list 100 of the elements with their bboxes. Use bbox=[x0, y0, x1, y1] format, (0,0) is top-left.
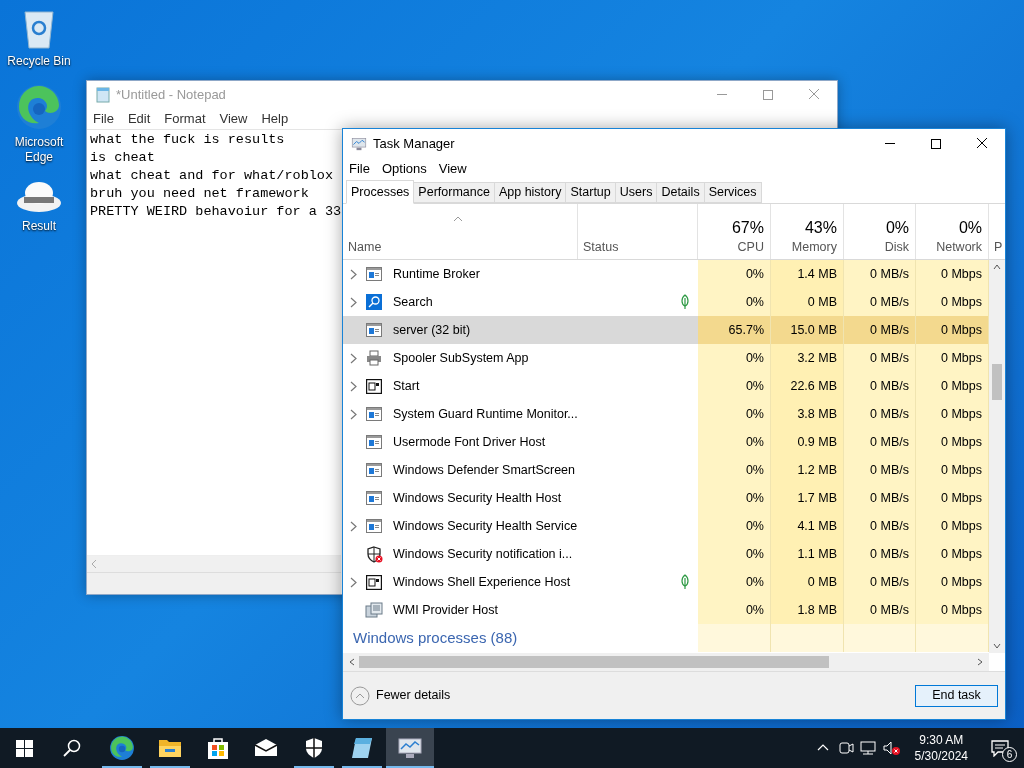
process-row[interactable]: Start 0% 22.6 MB 0 MB/s 0 Mbps bbox=[343, 372, 989, 400]
process-row[interactable]: Runtime Broker 0% 1.4 MB 0 MB/s 0 Mbps bbox=[343, 260, 989, 288]
process-name: Windows Security notification i... bbox=[393, 545, 573, 563]
table-cell: 1.8 MB bbox=[771, 596, 844, 624]
taskbar-button[interactable] bbox=[386, 728, 434, 768]
menu-item[interactable]: Help bbox=[261, 108, 289, 129]
table-cell: 1.4 MB bbox=[771, 260, 844, 288]
column-usage: 0% bbox=[885, 219, 909, 237]
notepad-icon bbox=[350, 736, 374, 760]
process-row[interactable]: Windows Shell Experience Host 0% 0 MB 0 MB/s 0 Mbps bbox=[343, 568, 989, 596]
table-cell: 0 MB bbox=[771, 568, 844, 596]
column-header[interactable]: CPU bbox=[737, 240, 764, 255]
chevron-up-circle-icon[interactable] bbox=[350, 685, 370, 706]
process-row[interactable]: Search 0% 0 MB 0 MB/s 0 Mbps bbox=[343, 288, 989, 316]
process-row[interactable]: Usermode Font Driver Host 0% 0.9 MB 0 MB/s 0 Mbps bbox=[343, 428, 989, 456]
table-cell: 0 MB/s bbox=[844, 372, 916, 400]
desktop-icon-label[interactable]: Microsoft Edge bbox=[4, 135, 74, 165]
process-row[interactable]: System Guard Runtime Monitor... 0% 3.8 MB 0 MB/s 0 Mbps bbox=[343, 400, 989, 428]
tab[interactable]: Processes bbox=[346, 180, 415, 204]
table-cell: 0 MB/s bbox=[844, 568, 916, 596]
table-cell: 0 MB/s bbox=[844, 288, 916, 316]
menu-item[interactable]: File bbox=[349, 159, 370, 179]
table-cell: 0% bbox=[698, 344, 771, 372]
column-header[interactable]: Name bbox=[348, 240, 577, 255]
process-name: Usermode Font Driver Host bbox=[393, 433, 546, 451]
process-row[interactable]: Windows Security notification i... 0% 1.1 MB 0 MB/s 0 Mbps bbox=[343, 540, 989, 568]
column-header[interactable]: Disk bbox=[884, 240, 909, 255]
column-header[interactable]: P bbox=[994, 240, 1005, 255]
table-cell: 0% bbox=[698, 540, 771, 568]
process-row[interactable]: Windows Security Health Service 0% 4.1 MB 0 MB/s 0 Mbps bbox=[343, 512, 989, 540]
process-row[interactable]: Windows Security Health Host 0% 1.7 MB 0 MB/s 0 Mbps bbox=[343, 484, 989, 512]
process-name: System Guard Runtime Monitor... bbox=[393, 405, 578, 423]
process-name: WMI Provider Host bbox=[393, 601, 498, 619]
column-header[interactable]: Status bbox=[583, 240, 697, 255]
group-heading[interactable]: Windows processes (88) bbox=[353, 626, 518, 650]
notification-icon[interactable] bbox=[991, 739, 1009, 757]
window-icon bbox=[366, 519, 382, 533]
process-row[interactable]: server (32 bit) 65.7% 15.0 MB 0 MB/s 0 Mbps bbox=[343, 316, 989, 344]
chevron-right-icon[interactable] bbox=[349, 296, 357, 308]
column-header[interactable]: Memory bbox=[791, 240, 837, 255]
window-icon bbox=[366, 267, 382, 281]
tab[interactable]: App history bbox=[494, 182, 567, 203]
menu-item[interactable]: Edit bbox=[127, 108, 151, 129]
table-cell: 0.9 MB bbox=[771, 428, 844, 456]
end-task-button[interactable]: End task bbox=[915, 684, 998, 707]
process-name: Spooler SubSystem App bbox=[393, 349, 529, 367]
table-cell: 0 MB/s bbox=[844, 540, 916, 568]
scroll-right-icon[interactable] bbox=[975, 657, 985, 667]
tab[interactable]: Details bbox=[657, 182, 705, 203]
horizontal-scrollbar[interactable] bbox=[343, 653, 989, 671]
scroll-thumb[interactable] bbox=[992, 364, 1002, 400]
chevron-right-icon[interactable] bbox=[349, 576, 357, 588]
fewer-details-link[interactable]: Fewer details bbox=[376, 686, 451, 705]
table-cell: 0 Mbps bbox=[916, 372, 989, 400]
tab[interactable]: Startup bbox=[566, 182, 616, 203]
notification-count: 6 bbox=[1002, 747, 1017, 762]
table-cell: 0% bbox=[698, 400, 771, 428]
tab[interactable]: Performance bbox=[414, 182, 495, 203]
table-cell: 0 MB/s bbox=[844, 456, 916, 484]
tab[interactable]: Services bbox=[704, 182, 762, 203]
table-cell: 1.7 MB bbox=[771, 484, 844, 512]
table-cell: 0% bbox=[698, 260, 771, 288]
shopping-bag-icon bbox=[206, 736, 230, 760]
process-row[interactable]: Spooler SubSystem App 0% 3.2 MB 0 MB/s 0 Mbps bbox=[343, 344, 989, 372]
process-name: Search bbox=[393, 293, 433, 311]
desktop-icon-label[interactable]: Result bbox=[4, 219, 74, 234]
chevron-right-icon[interactable] bbox=[349, 352, 357, 364]
table-cell: 0 Mbps bbox=[916, 596, 989, 624]
volume-muted-icon[interactable] bbox=[880, 740, 903, 756]
chevron-right-icon[interactable] bbox=[349, 268, 357, 280]
table-cell: 0 Mbps bbox=[916, 512, 989, 540]
chevron-right-icon[interactable] bbox=[349, 380, 357, 392]
chevron-right-icon[interactable] bbox=[349, 408, 357, 420]
menu-item[interactable]: Options bbox=[381, 159, 427, 179]
scroll-left-icon[interactable] bbox=[347, 657, 357, 667]
process-name: server (32 bit) bbox=[393, 321, 471, 339]
horizontal-scrollbar[interactable] bbox=[87, 555, 341, 572]
menu-item[interactable]: View bbox=[438, 159, 467, 179]
clock-date[interactable]: 5/30/2024 bbox=[914, 748, 968, 764]
clock-time[interactable]: 9:30 AM bbox=[919, 732, 964, 748]
menu-item[interactable]: Format bbox=[164, 108, 206, 129]
leaf-icon bbox=[680, 294, 690, 310]
process-row[interactable]: WMI Provider Host 0% 1.8 MB 0 MB/s 0 Mbps bbox=[343, 596, 989, 624]
table-cell: 0% bbox=[698, 456, 771, 484]
desktop-icon-label[interactable]: Recycle Bin bbox=[4, 54, 74, 69]
table-cell: 0 Mbps bbox=[916, 316, 989, 344]
menu-item[interactable]: View bbox=[219, 108, 248, 129]
scroll-thumb[interactable] bbox=[359, 656, 829, 668]
tab[interactable]: Users bbox=[615, 182, 658, 203]
text-line: is cheat bbox=[90, 149, 155, 167]
window-icon bbox=[366, 574, 382, 590]
menu-item[interactable]: File bbox=[93, 108, 114, 129]
chevron-right-icon[interactable] bbox=[349, 520, 357, 532]
column-header[interactable]: Network bbox=[936, 240, 982, 255]
monitor-icon bbox=[397, 737, 423, 759]
vertical-scrollbar[interactable] bbox=[989, 260, 1005, 653]
sort-caret-icon[interactable] bbox=[452, 216, 463, 222]
window-icon bbox=[366, 463, 382, 477]
table-cell: 1.2 MB bbox=[771, 456, 844, 484]
process-row[interactable]: Windows Defender SmartScreen 0% 1.2 MB 0 MB/s 0 Mbps bbox=[343, 456, 989, 484]
